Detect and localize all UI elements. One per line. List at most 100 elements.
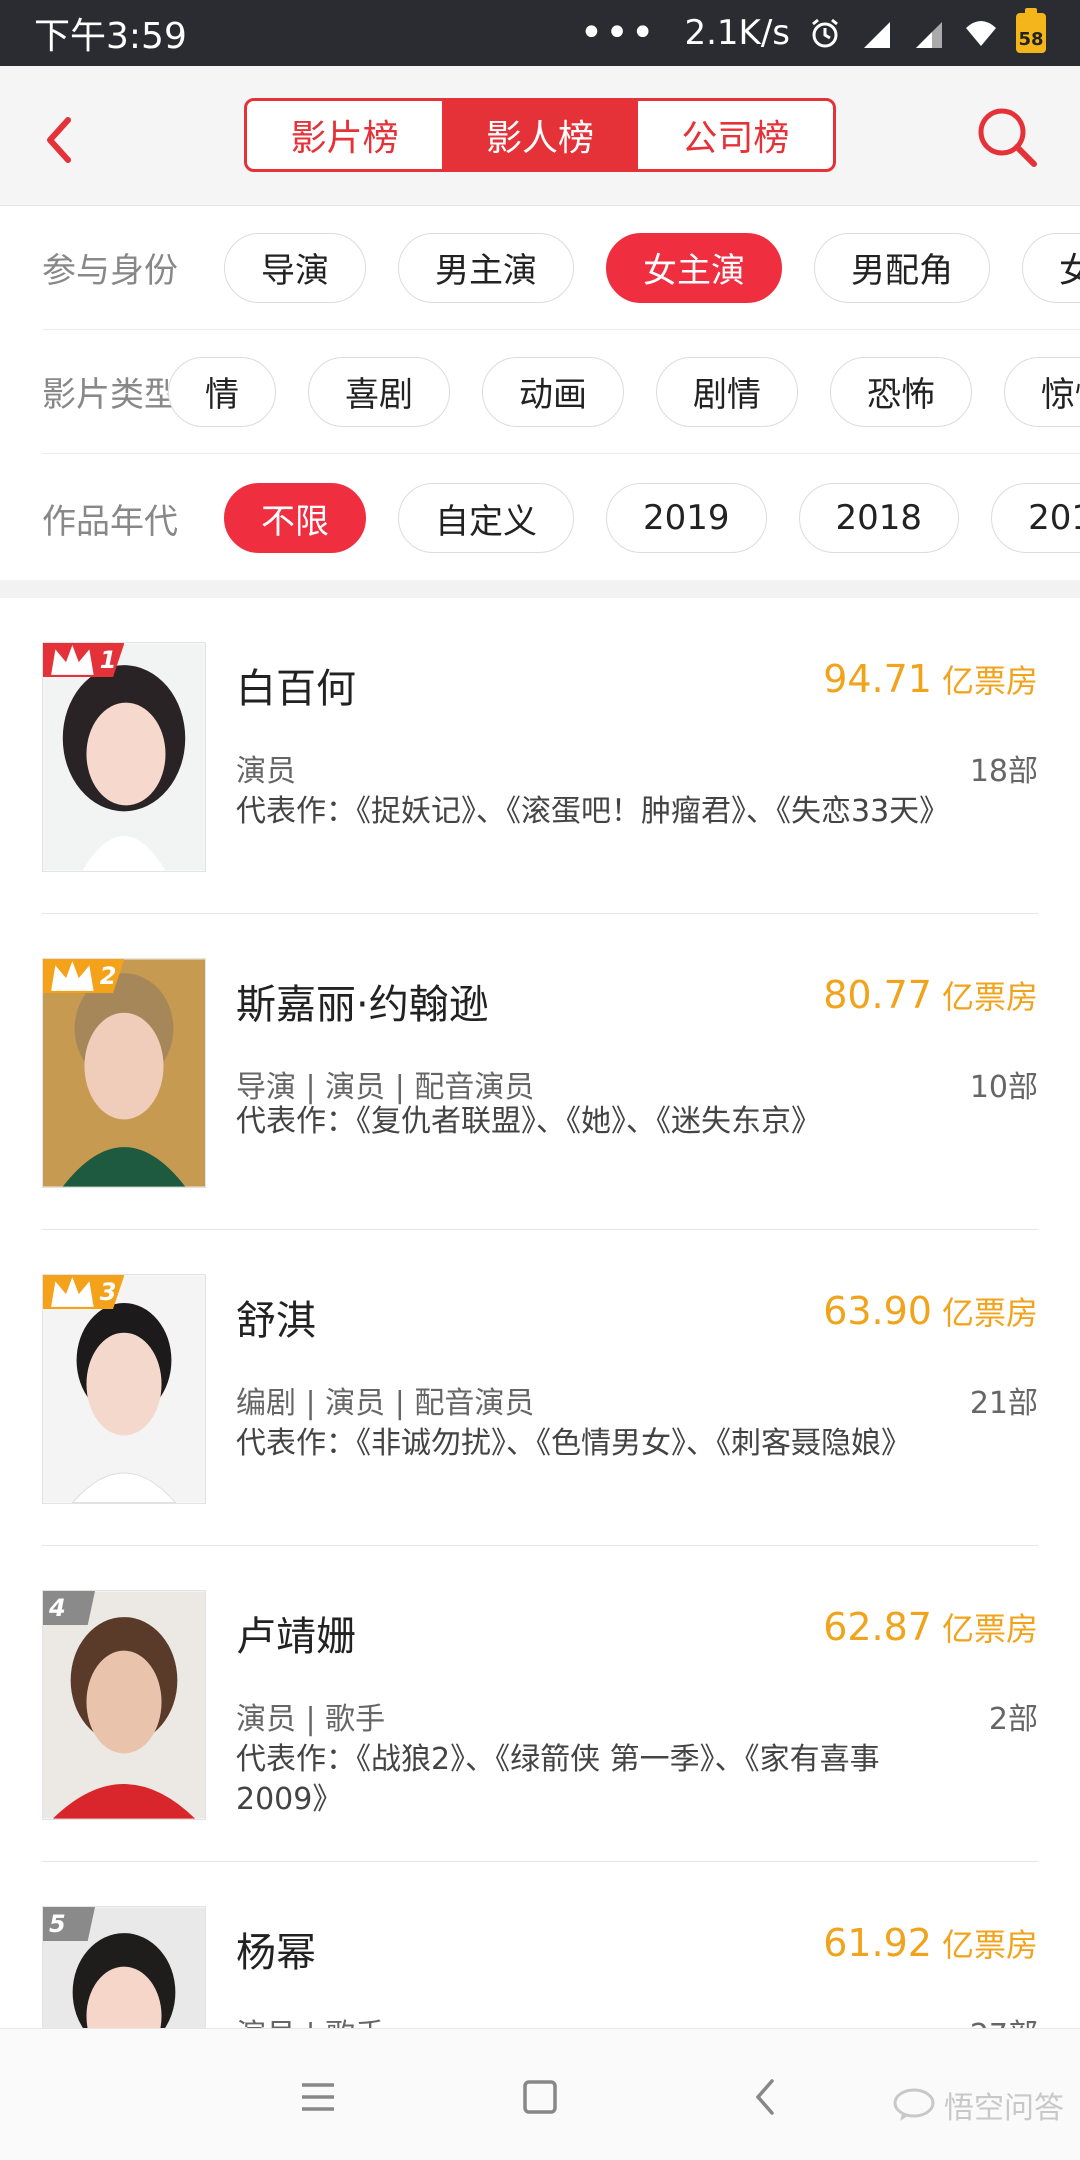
- rank-number: 5: [49, 1910, 66, 1938]
- rank-number: 4: [49, 1594, 66, 1622]
- status-bar: 下午3:59 ••• 2.1K/s 58: [0, 0, 1080, 66]
- tab-people-ranking[interactable]: 影人榜: [442, 101, 638, 169]
- network-speed: 2.1K/s: [684, 13, 790, 53]
- person-roles: 演员: [236, 754, 296, 789]
- list-item[interactable]: 3 舒淇 63.90 亿票房 编剧 | 演员 | 配音演员 21部 代表作：《非…: [42, 1230, 1038, 1546]
- chip-thriller[interactable]: 惊悚: [1004, 356, 1080, 427]
- watermark-text: 悟空问答: [944, 2091, 1064, 2126]
- status-time: 下午3:59: [34, 16, 187, 57]
- work-count: 18部: [969, 754, 1038, 789]
- chip-horror[interactable]: 恐怖: [830, 356, 972, 427]
- tab-company-ranking[interactable]: 公司榜: [638, 101, 833, 169]
- box-office: 94.71 亿票房: [823, 656, 1038, 702]
- section-divider: [0, 580, 1080, 598]
- avatar: 1: [42, 642, 206, 872]
- rank-number: 1: [99, 646, 117, 674]
- home-square-icon[interactable]: [512, 2069, 568, 2125]
- avatar: 4: [42, 1590, 206, 1820]
- work-count: 10部: [969, 1070, 1038, 1105]
- box-office-unit: 亿票房: [941, 1294, 1038, 1332]
- crown-icon: [51, 1277, 94, 1307]
- rank-number: 2: [99, 962, 117, 990]
- person-roles: 演员 | 歌手: [236, 1702, 386, 1737]
- box-office: 80.77 亿票房: [823, 972, 1038, 1018]
- avatar: 5: [42, 1906, 206, 2028]
- chip-animation[interactable]: 动画: [482, 356, 624, 427]
- ranking-tabs: 影片榜 影人榜 公司榜: [244, 98, 836, 172]
- chip-comedy[interactable]: 喜剧: [308, 356, 450, 427]
- wifi-icon: [966, 21, 996, 46]
- person-name: 斯嘉丽·约翰逊: [236, 982, 489, 1028]
- crown-icon: [51, 961, 94, 991]
- speech-bubble-icon: [893, 2088, 935, 2121]
- rank-badge: 1: [43, 643, 125, 677]
- chip-drama[interactable]: 剧情: [656, 356, 798, 427]
- signal-icon: [916, 22, 942, 48]
- portrait-image: [43, 1591, 205, 1819]
- filter-chips: 情 喜剧 动画 剧情 恐怖 惊悚: [168, 356, 1080, 427]
- person-name: 舒淇: [236, 1298, 316, 1344]
- chip-director[interactable]: 导演: [224, 232, 366, 303]
- watermark: 悟空问答: [892, 2083, 1064, 2127]
- person-roles: 导演 | 演员 | 配音演员: [236, 1070, 535, 1105]
- chip-male-lead[interactable]: 男主演: [398, 232, 574, 303]
- chip-female-lead[interactable]: 女主演: [606, 232, 782, 303]
- chip-year-2018[interactable]: 2018: [798, 483, 960, 553]
- person-roles: 演员 | 歌手: [236, 2010, 385, 2028]
- person-roles: 编剧 | 演员 | 配音演员: [236, 1386, 535, 1421]
- chip-romance[interactable]: 情: [168, 356, 276, 427]
- menu-icon[interactable]: [290, 2069, 346, 2125]
- chip-female-supporting[interactable]: 女: [1022, 232, 1080, 303]
- chip-year-2019[interactable]: 2019: [606, 483, 767, 553]
- work-count: 27部: [970, 2010, 1038, 2028]
- search-icon[interactable]: [974, 104, 1040, 170]
- list-item[interactable]: 5 杨幂 61.92 亿票房 演员 | 歌手 27部: [42, 1862, 1038, 2028]
- battery-icon: 58: [1016, 8, 1046, 53]
- box-office-unit: 亿票房: [941, 978, 1038, 1016]
- box-office-value: 63.90: [823, 1289, 932, 1333]
- box-office-value: 62.87: [823, 1605, 932, 1649]
- filter-panel: 参与身份 导演 男主演 女主演 男配角 女 影片类型 情 喜剧 动画 剧情 恐怖…: [0, 206, 1080, 580]
- alarm-icon: [812, 18, 838, 48]
- chip-custom-year[interactable]: 自定义: [398, 483, 574, 553]
- top-header: 影片榜 影人榜 公司榜: [0, 66, 1080, 206]
- portrait-image: [43, 1275, 205, 1503]
- rank-badge: 3: [43, 1275, 125, 1309]
- chip-year-2017[interactable]: 2017: [991, 483, 1080, 553]
- box-office-unit: 亿票房: [941, 1610, 1038, 1648]
- representative-works: 代表作：《非诚勿扰》、《色情男女》、《刺客聂隐娘》: [236, 1426, 911, 1461]
- battery-level: 58: [1018, 29, 1044, 50]
- avatar: 3: [42, 1274, 206, 1504]
- hd-signal-icon: [864, 22, 890, 48]
- ranking-list: 1 白百何 94.71 亿票房 演员 18部 代表作：《捉妖记》、《滚蛋吧！肿瘤…: [0, 598, 1080, 2028]
- filter-label: 作品年代: [42, 501, 178, 542]
- crown-icon: [51, 645, 94, 675]
- box-office-value: 61.92: [823, 1921, 932, 1965]
- nav-back-icon[interactable]: [738, 2069, 794, 2125]
- more-dots-icon: •••: [579, 10, 657, 56]
- representative-works: 代表作：《复仇者联盟》、《她》、《迷失东京》: [236, 1104, 821, 1139]
- system-nav-bar: 悟空问答: [0, 2028, 1080, 2160]
- list-item[interactable]: 4 卢靖姗 62.87 亿票房 演员 | 歌手 2部 代表作：《战狼2》、《绿箭…: [42, 1546, 1038, 1862]
- tab-film-ranking[interactable]: 影片榜: [247, 101, 442, 169]
- person-name: 白百何: [236, 666, 356, 712]
- filter-label: 参与身份: [42, 251, 178, 291]
- person-name: 杨幂: [236, 1930, 316, 1976]
- filter-row-year: 作品年代 不限 自定义 2019 2018 2017: [42, 456, 1080, 580]
- box-office-unit: 亿票房: [941, 1926, 1038, 1964]
- list-item[interactable]: 2 斯嘉丽·约翰逊 80.77 亿票房 导演 | 演员 | 配音演员 10部 代…: [42, 914, 1038, 1230]
- status-icons: ••• 2.1K/s 58: [579, 8, 1046, 56]
- rank-badge: 5: [43, 1907, 95, 1941]
- rank-badge: 4: [43, 1591, 95, 1625]
- filter-row-genre: 影片类型 情 喜剧 动画 剧情 恐怖 惊悚: [42, 330, 1080, 454]
- box-office: 63.90 亿票房: [823, 1288, 1038, 1334]
- back-arrow-icon[interactable]: [36, 110, 86, 170]
- chip-any-year[interactable]: 不限: [224, 483, 366, 553]
- box-office: 61.92 亿票房: [823, 1920, 1038, 1966]
- box-office: 62.87 亿票房: [823, 1604, 1038, 1650]
- representative-works: 代表作：《捉妖记》、《滚蛋吧！肿瘤君》、《失恋33天》: [236, 794, 950, 829]
- chip-male-supporting[interactable]: 男配角: [814, 232, 990, 303]
- box-office-unit: 亿票房: [941, 662, 1038, 700]
- list-item[interactable]: 1 白百何 94.71 亿票房 演员 18部 代表作：《捉妖记》、《滚蛋吧！肿瘤…: [42, 598, 1038, 914]
- filter-row-role: 参与身份 导演 男主演 女主演 男配角 女: [42, 206, 1080, 330]
